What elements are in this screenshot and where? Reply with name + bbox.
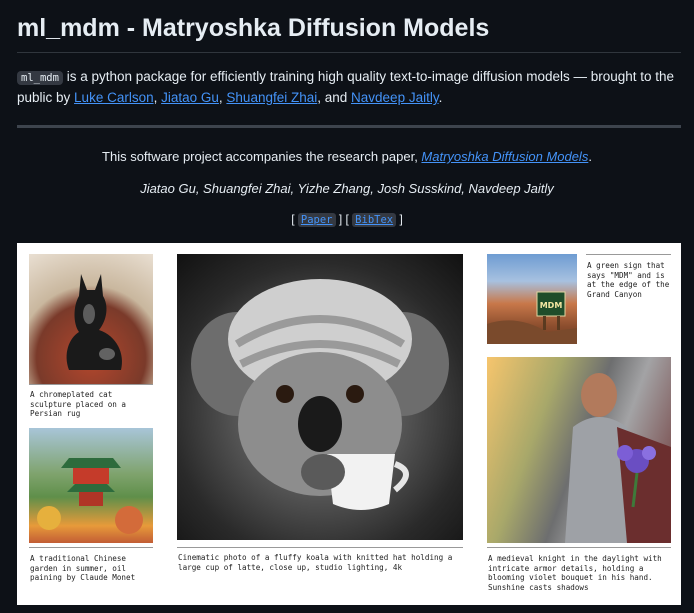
page-title: ml_mdm - Matryoshka Diffusion Models (17, 14, 490, 42)
knight-caption: A medieval knight in the daylight with i… (488, 554, 662, 592)
caption-rule (177, 547, 463, 548)
intro-separator: , and (317, 90, 352, 105)
canyon-caption: A green sign that says "MDM" and is at t… (587, 261, 670, 299)
koala-image (177, 254, 463, 540)
bracket-close: ] (396, 212, 403, 226)
cat-caption: A chromeplated cat sculpture placed on a… (30, 390, 127, 419)
author-link-luke-carlson[interactable]: Luke Carlson (74, 90, 154, 105)
section-divider (17, 125, 681, 128)
bibtex-link[interactable]: BibTex (352, 213, 397, 227)
author-link-shuangfei-zhai[interactable]: Shuangfei Zhai (226, 90, 317, 105)
caption-rule (586, 254, 671, 255)
caption-rule (29, 547, 153, 548)
paper-line-end: . (588, 149, 592, 164)
intro-end: . (438, 90, 443, 105)
paper-link[interactable]: Paper (297, 213, 336, 227)
bracket-open: [ (291, 212, 298, 226)
paper-lead-text: This software project accompanies the re… (102, 149, 422, 164)
mdm-sign-text: MDM (540, 301, 563, 310)
bracket-mid: ] [ (335, 212, 353, 226)
sample-gallery: A chromeplated cat sculpture placed on a… (17, 243, 681, 605)
cat-sculpture-image (29, 254, 153, 384)
chinese-garden-image (29, 428, 153, 543)
caption-rule (29, 384, 153, 385)
paper-title-link[interactable]: Matryoshka Diffusion Models (421, 149, 588, 164)
grand-canyon-image: MDM (487, 254, 577, 344)
garden-caption: A traditional Chinese garden in summer, … (30, 554, 136, 583)
package-code: ml_mdm (17, 71, 63, 85)
koala-caption: Cinematic photo of a fluffy koala with k… (178, 553, 453, 572)
paper-links: [ Paper ] [ BibTex ] (0, 212, 694, 227)
author-link-navdeep-jaitly[interactable]: Navdeep Jaitly (351, 90, 439, 105)
caption-rule (487, 547, 671, 548)
paper-line: This software project accompanies the re… (0, 149, 694, 164)
intro-separator: , (153, 90, 162, 105)
paper-authors: Jiatao Gu, Shuangfei Zhai, Yizhe Zhang, … (140, 181, 554, 196)
medieval-knight-image (487, 357, 671, 543)
author-link-jiatao-gu[interactable]: Jiatao Gu (161, 90, 219, 105)
title-divider (17, 52, 681, 53)
intro-paragraph: ml_mdm is a python package for efficient… (17, 67, 676, 108)
